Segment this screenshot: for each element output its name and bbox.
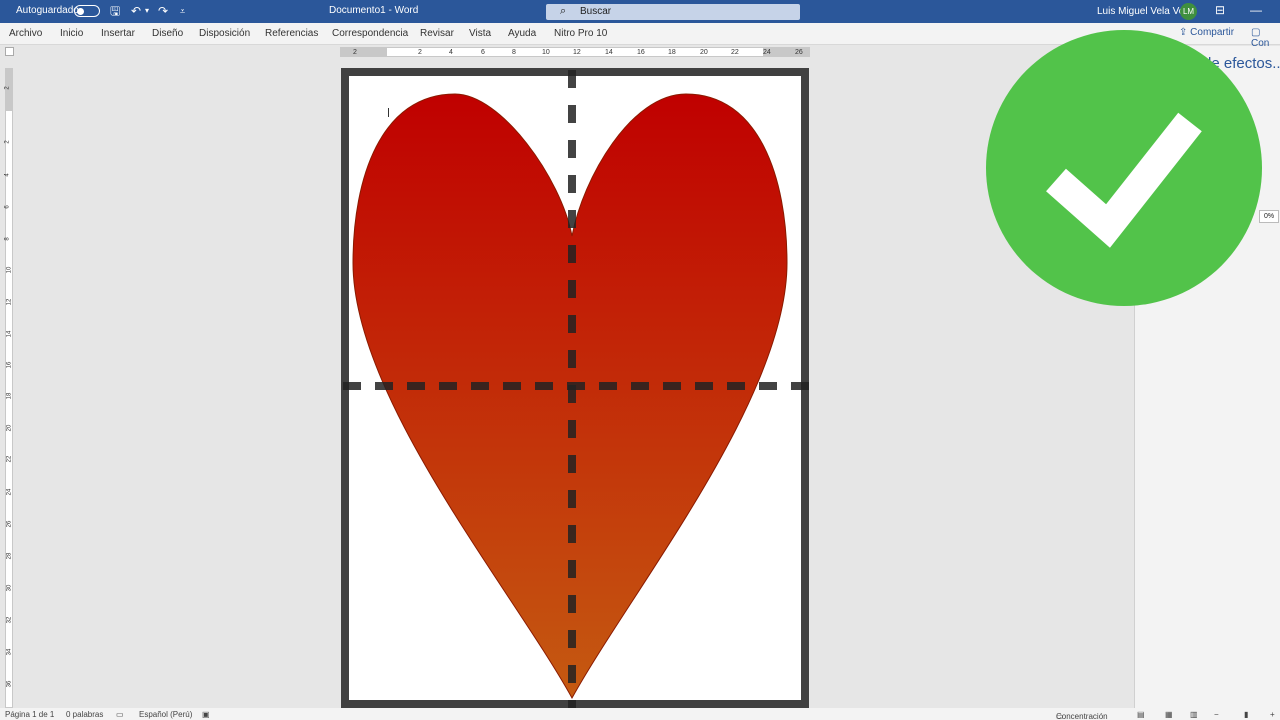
customize-icon[interactable]: ⩡	[180, 3, 185, 19]
user-name[interactable]: Luis Miguel Vela Vela	[1097, 6, 1192, 17]
ruler-number: 20	[700, 49, 708, 56]
ruler-number: 8	[512, 49, 516, 56]
ruler-number: 12	[573, 49, 581, 56]
vertical-ruler[interactable]: 2 2 4 6 8 10 12 14 16 18 20 22 24 26 28 …	[5, 68, 13, 708]
tab-inicio[interactable]: Inicio	[60, 28, 83, 39]
ruler-number: 26	[6, 520, 13, 528]
tab-disposicion[interactable]: Disposición	[199, 28, 250, 39]
tab-correspondencia[interactable]: Correspondencia	[332, 28, 408, 39]
zoom-slider[interactable]: ▮	[1244, 710, 1248, 719]
avatar[interactable]: LM	[1180, 3, 1197, 20]
page-drawing	[341, 68, 809, 708]
ruler-number: 2	[4, 140, 11, 144]
ruler-number: 20	[6, 424, 13, 432]
accessibility-icon[interactable]: ▣	[202, 710, 210, 719]
document-title: Documento1 - Word	[329, 5, 419, 16]
ruler-number: 22	[6, 455, 13, 463]
search-box[interactable]: ⌕ Buscar	[546, 4, 800, 20]
status-language[interactable]: Español (Perú)	[139, 710, 192, 719]
ruler-number: 4	[4, 173, 11, 177]
tab-insertar[interactable]: Insertar	[101, 28, 135, 39]
save-icon[interactable]: 🖫	[110, 3, 120, 19]
ruler-number: 30	[6, 584, 13, 592]
ruler-number: 10	[6, 266, 13, 274]
ruler-number: 24	[6, 488, 13, 496]
tab-vista[interactable]: Vista	[469, 28, 491, 39]
search-placeholder: Buscar	[580, 6, 612, 17]
ruler-number: 36	[6, 680, 13, 688]
ruler-number: 28	[6, 552, 13, 560]
ruler-number: 2	[353, 49, 357, 56]
undo-dropdown-icon[interactable]: ▾	[145, 3, 149, 19]
undo-icon[interactable]: ↶	[131, 3, 141, 19]
read-mode-icon[interactable]: ▤	[1137, 710, 1145, 719]
status-bar: Página 1 de 1 0 palabras ▭ Español (Perú…	[0, 708, 1280, 720]
ruler-number: 16	[6, 361, 13, 369]
ruler-number: 14	[605, 49, 613, 56]
ruler-number: 2	[4, 86, 11, 90]
print-layout-icon[interactable]: ▦	[1165, 710, 1173, 719]
proofing-icon[interactable]: ▭	[116, 710, 124, 719]
redo-icon[interactable]: ↷	[158, 3, 168, 19]
ruler-number: 22	[731, 49, 739, 56]
ruler-number: 4	[449, 49, 453, 56]
tab-revisar[interactable]: Revisar	[420, 28, 454, 39]
tab-referencias[interactable]: Referencias	[265, 28, 318, 39]
tab-nitro[interactable]: Nitro Pro 10	[554, 28, 607, 39]
ruler-top-margin	[6, 69, 12, 111]
ruler-number: 10	[542, 49, 550, 56]
search-icon: ⌕	[560, 5, 567, 17]
tab-ayuda[interactable]: Ayuda	[508, 28, 536, 39]
document-page[interactable]	[341, 68, 809, 708]
ruler-number: 6	[4, 205, 11, 209]
minimize-icon[interactable]: —	[1250, 3, 1262, 17]
ruler-number: 2	[418, 49, 422, 56]
status-words[interactable]: 0 palabras	[66, 710, 103, 719]
ribbon-display-icon[interactable]: ⊟	[1215, 3, 1225, 17]
ruler-number: 34	[6, 648, 13, 656]
tab-archivo[interactable]: Archivo	[9, 28, 42, 39]
ruler-number: 14	[6, 330, 13, 338]
zoom-in-icon[interactable]: +	[1270, 710, 1275, 719]
text-cursor	[388, 108, 389, 117]
ruler-number: 18	[668, 49, 676, 56]
web-layout-icon[interactable]: ▥	[1190, 710, 1198, 719]
horizontal-ruler[interactable]: 2 2 4 6 8 10 12 14 16 18 20 22 24 26	[340, 47, 810, 57]
ruler-left-margin	[341, 48, 387, 56]
checkmark-icon	[986, 30, 1262, 306]
title-bar: Autoguardado 🖫 ↶ ▾ ↷ ⩡ Documento1 - Word…	[0, 0, 1280, 23]
ruler-number: 12	[6, 298, 13, 306]
ruler-number: 8	[4, 237, 11, 241]
ruler-number: 16	[637, 49, 645, 56]
tab-selector[interactable]	[5, 47, 14, 56]
ruler-number: 18	[6, 392, 13, 400]
ruler-number: 6	[481, 49, 485, 56]
ruler-number: 26	[795, 49, 803, 56]
zoom-out-icon[interactable]: −	[1214, 710, 1219, 719]
transparency-field[interactable]: 0%	[1259, 210, 1279, 223]
autosave-label: Autoguardado	[16, 5, 79, 16]
status-page[interactable]: Página 1 de 1	[5, 710, 54, 719]
ruler-number: 24	[763, 49, 771, 56]
focus-label: Concentración	[1056, 712, 1108, 720]
autosave-toggle[interactable]	[74, 5, 100, 17]
ruler-number: 32	[6, 616, 13, 624]
tab-diseno[interactable]: Diseño	[152, 28, 183, 39]
